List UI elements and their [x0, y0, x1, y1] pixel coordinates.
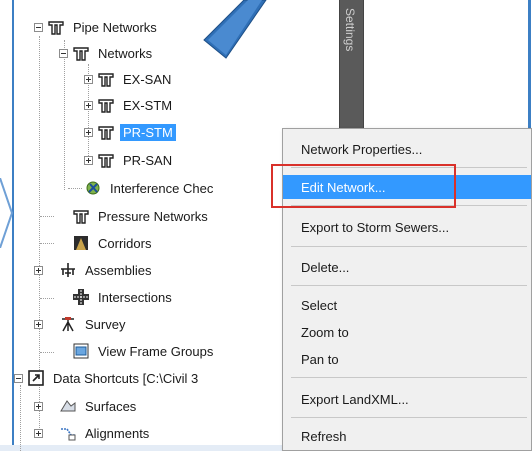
pipe-network-icon	[98, 99, 114, 113]
collapse-icon[interactable]	[59, 48, 68, 58]
tree-item-pipe-networks[interactable]: Pipe Networks	[34, 16, 160, 38]
menu-item-network-properties[interactable]: Network Properties...	[283, 137, 531, 161]
menu-separator	[291, 285, 527, 286]
tree-line	[40, 352, 54, 353]
tree-item-label: Surfaces	[85, 398, 137, 414]
tree-line	[20, 385, 21, 451]
menu-item-refresh[interactable]: Refresh	[283, 424, 531, 448]
collapse-icon[interactable]	[34, 22, 43, 32]
expand-icon[interactable]	[84, 127, 93, 137]
menu-item-label: Refresh	[301, 428, 347, 444]
expand-icon[interactable]	[84, 74, 93, 84]
menu-item-label: Select	[301, 297, 338, 313]
menu-item-label: Zoom to	[301, 324, 349, 340]
menu-separator	[291, 417, 527, 418]
tree-line	[40, 243, 54, 244]
tree-item-label: Assemblies	[85, 262, 152, 278]
expand-icon[interactable]	[34, 265, 43, 275]
menu-item-label: Export LandXML...	[301, 391, 409, 407]
pipe-network-icon	[73, 210, 89, 224]
tree-item-interference-check[interactable]: Interference Chec	[84, 177, 216, 199]
callout-arrow-icon	[203, 0, 267, 59]
menu-item-export-storm-sewers[interactable]: Export to Storm Sewers...	[283, 215, 531, 239]
tree-item-survey[interactable]: Survey	[34, 313, 128, 335]
tree-item-label: EX-SAN	[123, 71, 172, 87]
menu-item-label: Edit Network...	[301, 179, 386, 195]
menu-item-pan-to[interactable]: Pan to	[283, 347, 531, 371]
intersection-icon	[73, 289, 89, 305]
data-shortcut-icon	[28, 370, 44, 386]
pipe-network-icon	[98, 73, 114, 87]
context-menu: Network Properties... Edit Network... Ex…	[282, 128, 532, 451]
chevron-right-icon	[0, 178, 14, 248]
tree-item-ex-stm[interactable]: EX-STM	[84, 94, 175, 116]
tree-item-alignments[interactable]: Alignments	[34, 422, 152, 444]
tree-item-ex-san[interactable]: EX-SAN	[84, 68, 174, 90]
tree-item-surfaces[interactable]: Surfaces	[34, 395, 139, 417]
interference-check-icon	[86, 181, 100, 195]
tree-line	[40, 216, 54, 217]
menu-item-label: Delete...	[301, 259, 350, 275]
corridor-icon	[74, 236, 88, 250]
tree-item-networks[interactable]: Networks	[59, 42, 155, 64]
tree-item-label: Pipe Networks	[73, 19, 157, 35]
tree-item-label: PR-STM	[120, 123, 176, 141]
menu-item-label: Network Properties...	[301, 141, 423, 157]
tree-item-pressure-networks[interactable]: Pressure Networks	[59, 205, 211, 227]
collapse-icon[interactable]	[14, 373, 23, 383]
tree-item-label: Corridors	[98, 235, 152, 251]
menu-item-label: Pan to	[301, 351, 339, 367]
tree-line	[68, 188, 82, 189]
tree-item-view-frame-groups[interactable]: View Frame Groups	[59, 340, 216, 362]
tree-item-label: Survey	[85, 316, 126, 332]
menu-separator	[291, 246, 527, 247]
tree-item-corridors[interactable]: Corridors	[59, 232, 154, 254]
tree-item-label: Interference Chec	[110, 180, 214, 196]
expand-icon[interactable]	[34, 319, 43, 329]
view-frame-icon	[73, 343, 89, 359]
tree-item-intersections[interactable]: Intersections	[59, 286, 175, 308]
tree-item-label: Pressure Networks	[98, 208, 208, 224]
tree-line	[40, 298, 54, 299]
tree-item-label: EX-STM	[123, 97, 173, 113]
pipe-network-icon	[98, 126, 114, 140]
expand-icon[interactable]	[34, 428, 43, 438]
expand-icon[interactable]	[84, 155, 93, 165]
tree-item-label: Data Shortcuts [C:\Civil 3	[53, 370, 199, 386]
expand-icon[interactable]	[84, 100, 93, 110]
surface-icon	[60, 400, 76, 412]
tree-item-pr-stm[interactable]: PR-STM	[84, 121, 176, 143]
pipe-network-icon	[73, 47, 89, 61]
menu-item-edit-network[interactable]: Edit Network...	[283, 175, 531, 199]
menu-separator	[291, 377, 527, 378]
menu-item-label: Export to Storm Sewers...	[301, 219, 450, 235]
menu-item-export-landxml[interactable]: Export LandXML...	[283, 387, 531, 411]
menu-item-select[interactable]: Select	[283, 293, 531, 317]
menu-item-zoom-to[interactable]: Zoom to	[283, 320, 531, 344]
tree-item-label: Alignments	[85, 425, 150, 441]
menu-separator	[291, 167, 527, 168]
menu-item-delete[interactable]: Delete...	[283, 255, 531, 279]
settings-tab-label: Settings	[343, 8, 357, 52]
survey-icon	[62, 317, 74, 332]
settings-tab[interactable]: Settings	[339, 0, 364, 138]
expand-icon[interactable]	[34, 401, 43, 411]
pipe-network-icon	[98, 154, 114, 168]
tree-item-assemblies[interactable]: Assemblies	[34, 259, 154, 281]
tree-item-data-shortcuts[interactable]: Data Shortcuts [C:\Civil 3	[14, 367, 201, 389]
tree-item-pr-san[interactable]: PR-SAN	[84, 149, 175, 171]
pipe-network-icon	[48, 21, 64, 35]
alignment-icon	[61, 428, 76, 441]
tree-item-label: View Frame Groups	[98, 343, 214, 359]
menu-separator	[291, 205, 527, 206]
assembly-icon	[61, 263, 75, 277]
tree-item-label: Networks	[98, 45, 153, 61]
tree-item-label: Intersections	[98, 289, 172, 305]
tree-item-label: PR-SAN	[123, 152, 173, 168]
